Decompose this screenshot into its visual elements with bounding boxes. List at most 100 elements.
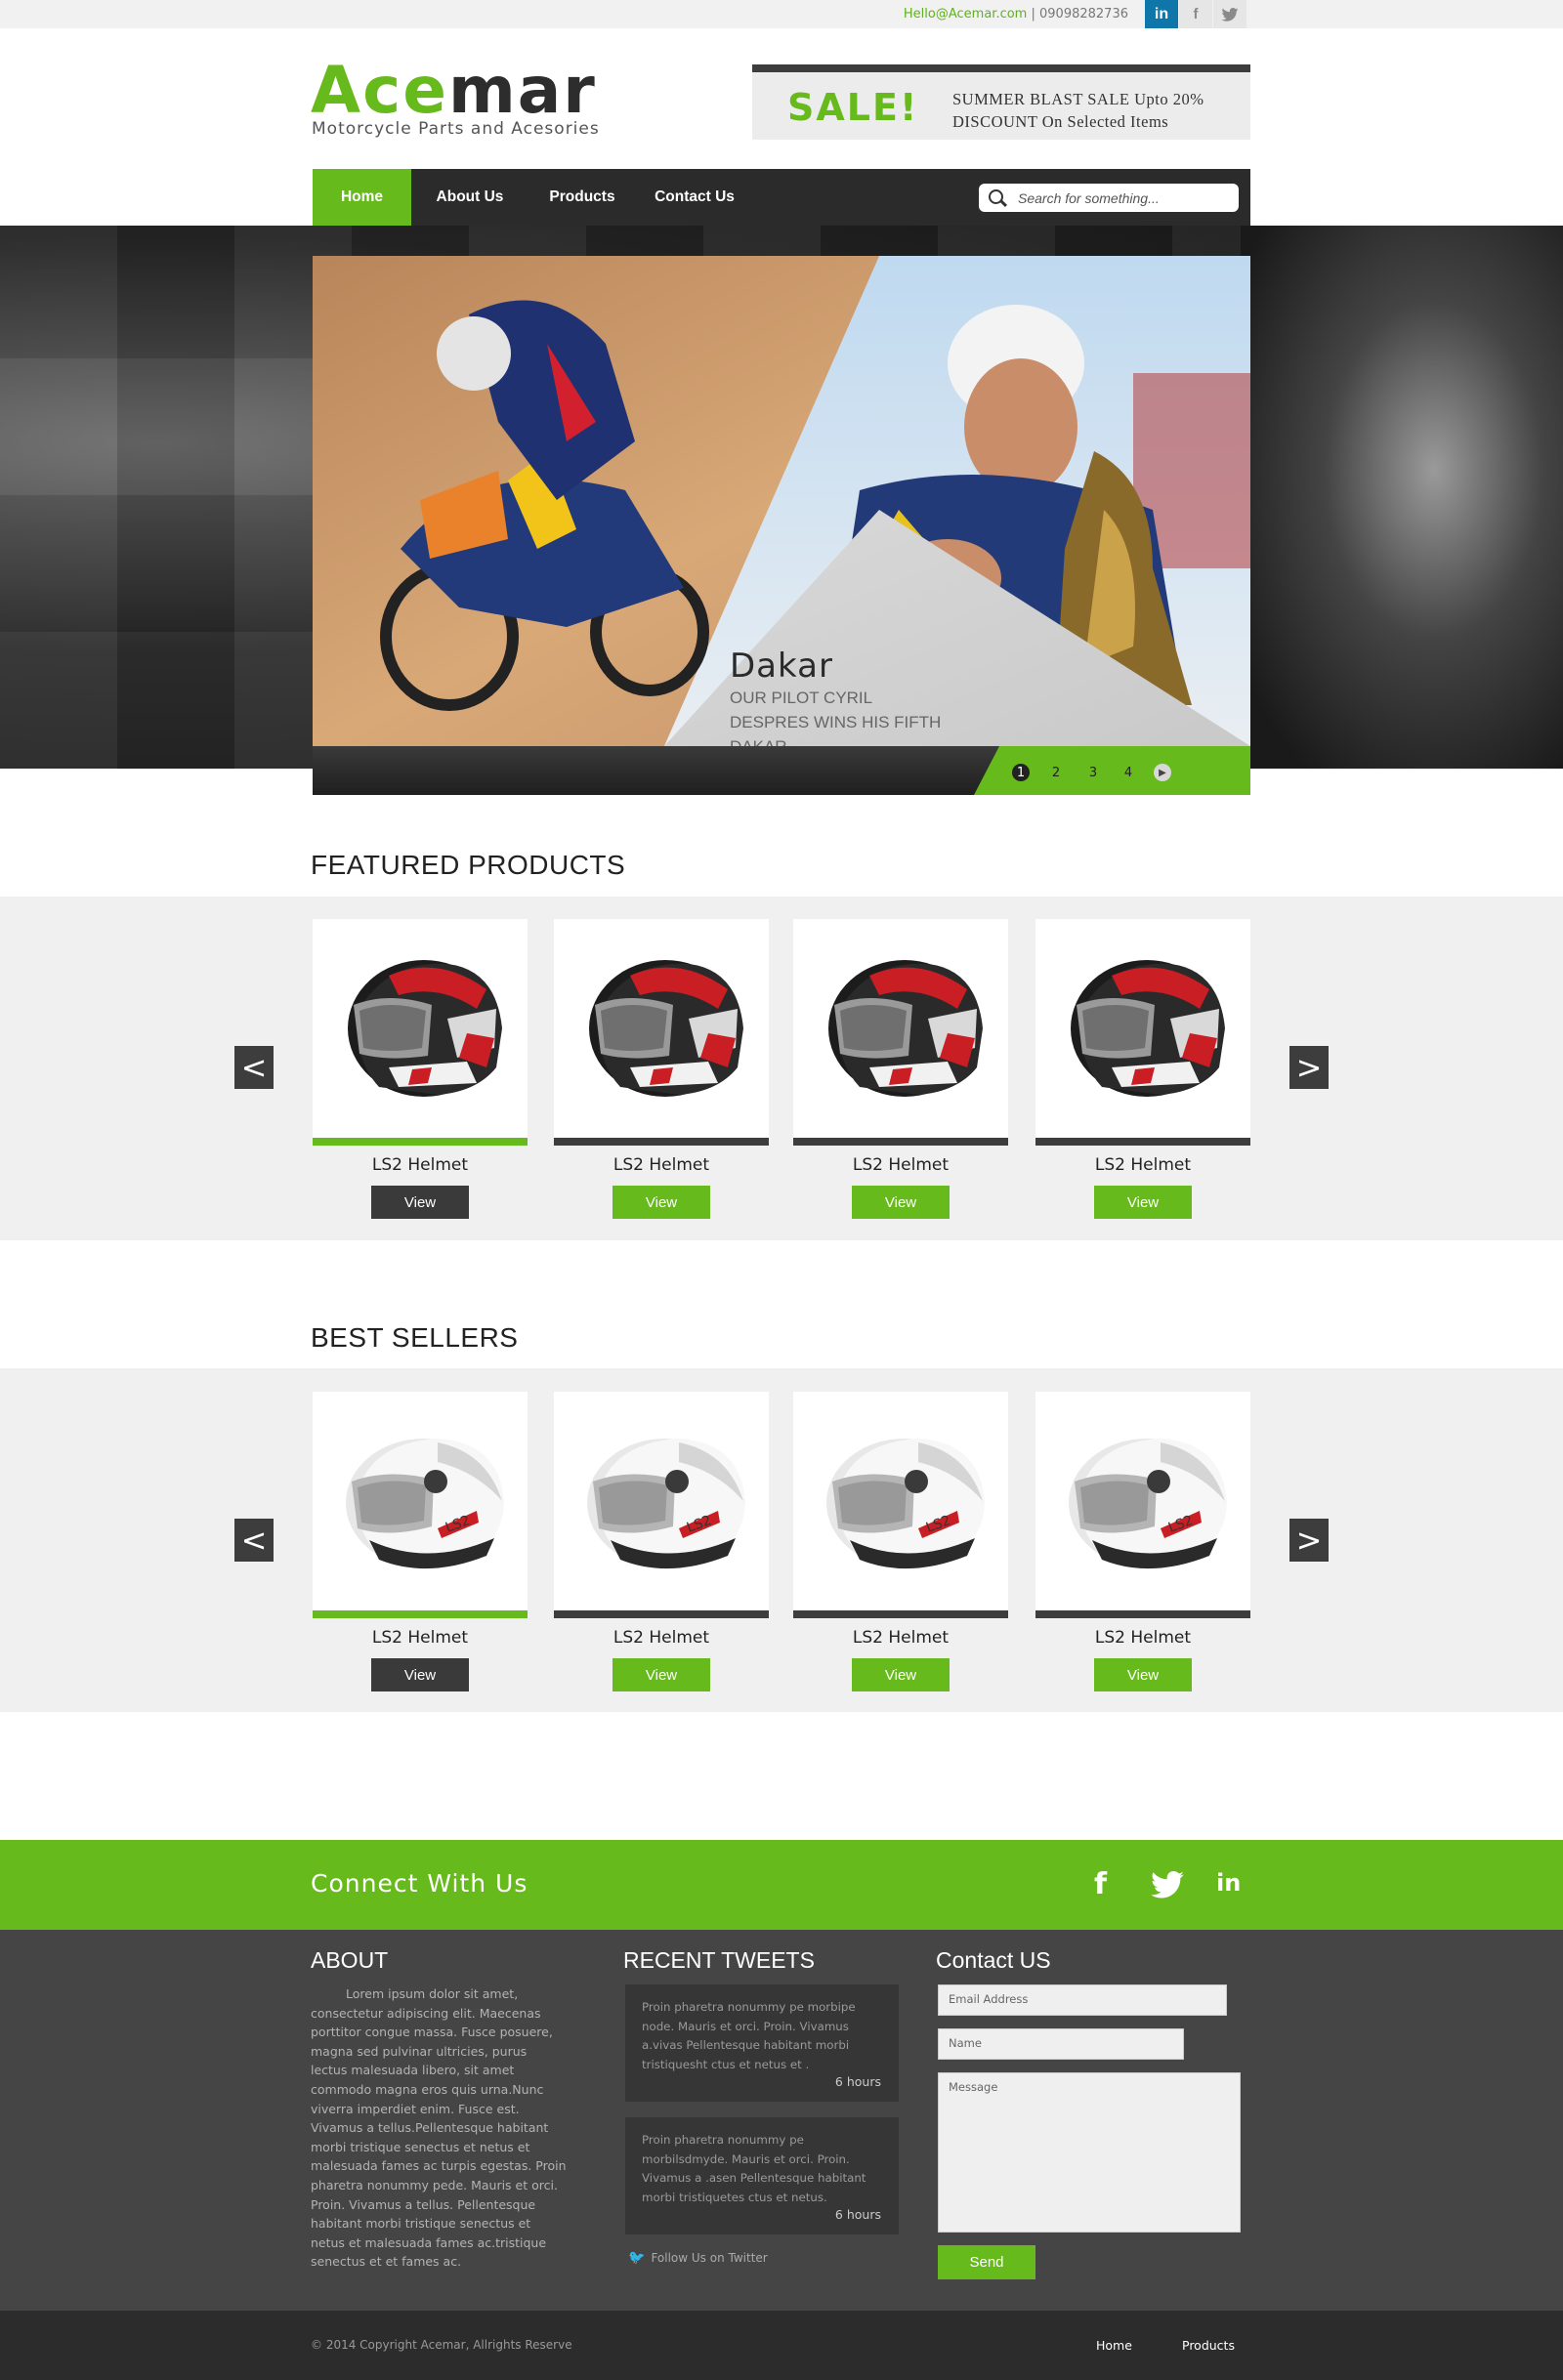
product-card[interactable]: LS2 <box>793 1392 1008 1618</box>
slider-page-1[interactable]: 1 <box>1012 764 1030 781</box>
promo-banner[interactable]: SALE! SUMMER BLAST SALE Upto 20% DISCOUN… <box>752 64 1250 140</box>
footer-link-products[interactable]: Products <box>1182 2338 1235 2353</box>
top-bar: Hello@Acemar.com | 09098282736 in f <box>0 0 1563 28</box>
copyright: © 2014 Copyright Acemar, Allrights Reser… <box>311 2338 572 2352</box>
helmet-image: LS2 <box>346 1439 504 1569</box>
card-accent-bar <box>1035 1610 1250 1618</box>
top-email-link[interactable]: Hello@Acemar.com <box>904 7 1027 21</box>
facebook-icon[interactable]: f <box>1094 1867 1107 1901</box>
product-card[interactable]: LS2 <box>313 1392 528 1618</box>
product-card[interactable] <box>554 919 769 1146</box>
slider-pagination: 1 2 3 4 ▶ <box>974 746 1250 795</box>
slider-page-2[interactable]: 2 <box>1047 764 1065 781</box>
helmet-image <box>828 960 983 1097</box>
product-name: LS2 Helmet <box>613 1628 710 1648</box>
follow-twitter-link[interactable]: 🐦 Follow Us on Twitter <box>628 2250 768 2266</box>
tweet-time: 6 hours <box>834 2074 881 2089</box>
slider-controls: 1 2 3 4 ▶ <box>313 746 1250 795</box>
product-card[interactable]: LS2 <box>1035 1392 1250 1618</box>
slider-page-3[interactable]: 3 <box>1084 764 1102 781</box>
card-accent-bar <box>793 1138 1008 1146</box>
view-button[interactable]: View <box>371 1186 469 1219</box>
logo[interactable]: Acemar <box>311 59 597 123</box>
about-title: ABOUT <box>311 1947 389 1973</box>
view-button[interactable]: View <box>613 1658 710 1691</box>
search-input[interactable] <box>1018 188 1228 208</box>
connect-title: Connect With Us <box>311 1869 528 1898</box>
linkedin-icon[interactable]: in <box>1216 1869 1241 1897</box>
product-card[interactable] <box>1035 919 1250 1146</box>
product-card[interactable] <box>313 919 528 1146</box>
slide-title: Dakar <box>730 647 833 686</box>
footer-link-home[interactable]: Home <box>1096 2338 1132 2353</box>
search-icon[interactable] <box>989 189 1003 204</box>
slider-next-icon[interactable]: ▶ <box>1154 764 1171 781</box>
helmet-image <box>348 960 502 1097</box>
sale-label: SALE! <box>787 86 919 129</box>
helmet-image <box>589 960 743 1097</box>
product-name: LS2 Helmet <box>1094 1155 1192 1175</box>
about-text: Lorem ipsum dolor sit amet, consectetur … <box>311 1986 567 2270</box>
product-name: LS2 Helmet <box>852 1628 950 1648</box>
product-name: LS2 Helmet <box>1094 1628 1192 1648</box>
product-name: LS2 Helmet <box>852 1155 950 1175</box>
card-accent-bar <box>793 1610 1008 1618</box>
nav-contact-us[interactable]: Contact Us <box>636 169 753 226</box>
view-button[interactable]: View <box>371 1658 469 1691</box>
helmet-image <box>1071 960 1225 1097</box>
helmet-image: LS2 <box>826 1439 985 1569</box>
product-card[interactable] <box>793 919 1008 1146</box>
top-phone: 09098282736 <box>1039 7 1128 21</box>
bestsellers-band: < > LS2 LS2 Helmet View LS2 LS2 Helmet V… <box>0 1368 1563 1712</box>
nav-home[interactable]: Home <box>313 169 411 226</box>
bestsellers-next-button[interactable]: > <box>1289 1519 1329 1562</box>
card-accent-bar <box>313 1610 528 1618</box>
message-field[interactable]: Message <box>938 2072 1241 2233</box>
top-contact: Hello@Acemar.com | 09098282736 <box>903 7 1128 21</box>
tweet-card[interactable]: Proin pharetra nonummy pe morbipe node. … <box>625 1984 899 2102</box>
helmet-image: LS2 <box>1069 1439 1227 1569</box>
view-button[interactable]: View <box>1094 1186 1192 1219</box>
view-button[interactable]: View <box>852 1658 950 1691</box>
bestsellers-prev-button[interactable]: < <box>234 1519 274 1562</box>
send-button[interactable]: Send <box>938 2245 1035 2279</box>
nav-products[interactable]: Products <box>528 169 636 226</box>
card-accent-bar <box>1035 1138 1250 1146</box>
product-name: LS2 Helmet <box>613 1155 710 1175</box>
card-accent-bar <box>554 1610 769 1618</box>
tweet-time: 6 hours <box>834 2207 881 2222</box>
facebook-icon[interactable]: f <box>1179 0 1212 28</box>
bottom-bar: © 2014 Copyright Acemar, Allrights Reser… <box>0 2311 1563 2380</box>
tweet-card[interactable]: Proin pharetra nonummy pe morbilsdmyde. … <box>625 2117 899 2234</box>
hero-engine-image <box>1241 226 1563 769</box>
twitter-icon[interactable] <box>1213 0 1246 28</box>
featured-band: < > LS2 Helmet View LS2 Helmet View LS2 … <box>0 897 1563 1240</box>
card-accent-bar <box>554 1138 769 1146</box>
tweets-title: RECENT TWEETS <box>623 1947 815 1973</box>
bestsellers-title: BEST SELLERS <box>311 1322 519 1353</box>
contact-title: Contact US <box>936 1947 1051 1973</box>
tagline: Motorcycle Parts and Acesories <box>312 119 600 139</box>
sale-text: SUMMER BLAST SALE Upto 20% DISCOUNT On S… <box>952 90 1204 131</box>
footer: ABOUT Lorem ipsum dolor sit amet, consec… <box>0 1930 1563 2311</box>
featured-next-button[interactable]: > <box>1289 1046 1329 1089</box>
featured-prev-button[interactable]: < <box>234 1046 274 1089</box>
slider-page-4[interactable]: 4 <box>1119 764 1137 781</box>
product-name: LS2 Helmet <box>371 1155 469 1175</box>
linkedin-icon[interactable]: in <box>1145 0 1178 28</box>
card-accent-bar <box>313 1138 528 1146</box>
product-card[interactable]: LS2 <box>554 1392 769 1618</box>
connect-bar: Connect With Us f in <box>0 1840 1563 1930</box>
tweet-text: Proin pharetra nonummy pe morbilsdmyde. … <box>642 2133 866 2204</box>
nav-about-us[interactable]: About Us <box>411 169 528 226</box>
name-field[interactable]: Name <box>938 2028 1184 2060</box>
email-field[interactable]: Email Address <box>938 1984 1227 2016</box>
helmet-image: LS2 <box>587 1439 745 1569</box>
view-button[interactable]: View <box>852 1186 950 1219</box>
twitter-icon: 🐦 <box>628 2250 646 2266</box>
featured-title: FEATURED PRODUCTS <box>311 850 626 880</box>
view-button[interactable]: View <box>613 1186 710 1219</box>
view-button[interactable]: View <box>1094 1658 1192 1691</box>
twitter-icon[interactable] <box>1151 1871 1184 1906</box>
tweet-text: Proin pharetra nonummy pe morbipe node. … <box>642 2000 856 2071</box>
